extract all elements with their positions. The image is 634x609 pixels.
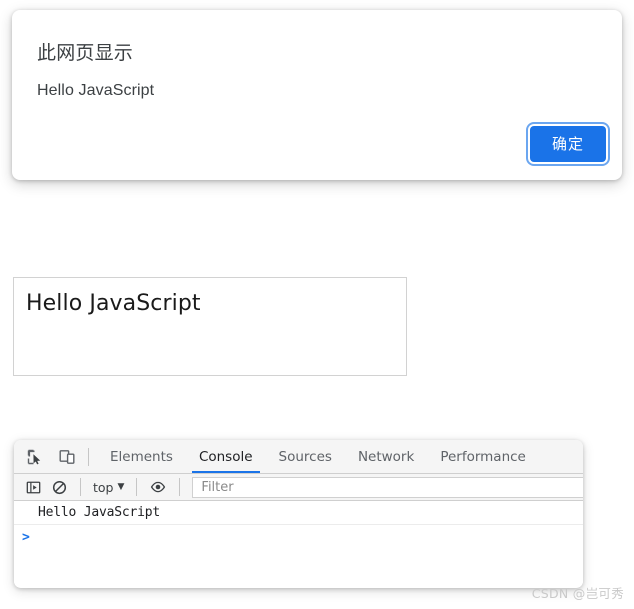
clear-console-icon[interactable] [46, 475, 72, 499]
devtools-tool-icons [14, 445, 80, 469]
tab-network[interactable]: Network [345, 440, 427, 473]
alert-message: Hello JavaScript [37, 82, 155, 99]
alert-ok-button[interactable]: 确定 [529, 126, 606, 162]
console-toolbar-divider-3 [179, 478, 181, 496]
console-toolbar: top ▼ Filter [14, 474, 583, 501]
console-context-label: top [93, 479, 114, 495]
console-log-line: Hello JavaScript [14, 501, 583, 525]
console-prompt-caret-icon: > [22, 530, 30, 545]
alert-title: 此网页显示 [37, 42, 134, 64]
live-expression-eye-icon[interactable] [145, 475, 171, 499]
toolbar-divider [88, 447, 89, 466]
console-toolbar-divider-2 [136, 478, 138, 496]
console-output-area: Hello JavaScript > [14, 501, 583, 587]
console-sidebar-icon[interactable] [20, 475, 46, 499]
tab-performance[interactable]: Performance [427, 440, 539, 473]
device-toolbar-icon[interactable] [54, 445, 80, 469]
console-context-selector[interactable]: top ▼ [89, 480, 128, 495]
console-filter-input[interactable]: Filter [192, 476, 583, 498]
chevron-down-icon: ▼ [117, 481, 125, 492]
tab-sources[interactable]: Sources [266, 440, 345, 473]
content-box-text: Hello JavaScript [26, 291, 201, 316]
tab-elements[interactable]: Elements [97, 440, 186, 473]
devtools-panel: Elements Console Sources Network Perform… [14, 440, 583, 588]
page-content-box: Hello JavaScript [13, 277, 407, 376]
console-prompt-row[interactable]: > [14, 525, 583, 553]
javascript-alert-dialog: 此网页显示 Hello JavaScript 确定 [12, 10, 622, 180]
tab-console[interactable]: Console [186, 440, 266, 473]
devtools-tab-list: Elements Console Sources Network Perform… [97, 440, 583, 473]
devtools-tabbar: Elements Console Sources Network Perform… [14, 440, 583, 474]
inspect-element-icon[interactable] [22, 445, 48, 469]
alert-actions: 确定 [529, 126, 606, 162]
watermark: CSDN @岂可秀 [531, 586, 624, 601]
console-toolbar-divider-1 [80, 478, 81, 496]
